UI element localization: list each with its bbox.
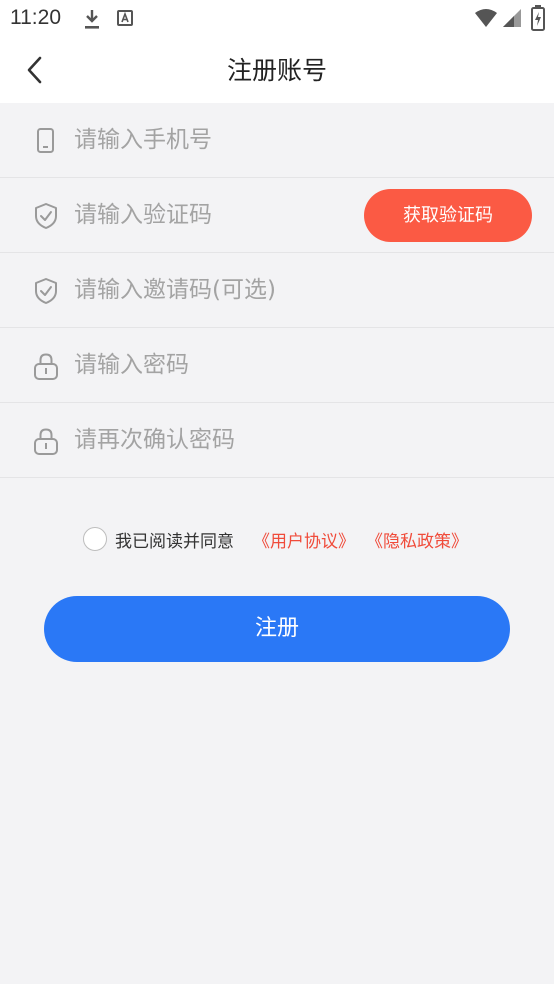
status-bar: 11:20 (0, 0, 554, 38)
lock-icon (34, 353, 58, 380)
shield-check-icon (35, 278, 57, 304)
wifi-icon (475, 9, 497, 27)
user-agreement-link[interactable]: 《用户协议》 (253, 527, 355, 552)
get-code-button[interactable]: 获取验证码 (364, 189, 532, 242)
register-button[interactable]: 注册 (44, 596, 510, 662)
agreement-text: 我已阅读并同意 (115, 532, 234, 552)
confirm-password-input[interactable] (74, 419, 354, 461)
code-row: 获取验证码 (0, 178, 554, 253)
phone-row (0, 103, 554, 178)
invite-row (0, 253, 554, 328)
battery-charging-icon (531, 5, 545, 31)
page-title: 注册账号 (226, 56, 327, 85)
lock-icon (34, 428, 58, 455)
phone-icon (37, 128, 54, 153)
password-input[interactable] (74, 344, 354, 386)
nav-bar: 注册账号 (0, 38, 554, 103)
password-row (0, 328, 554, 403)
confirm-password-row (0, 403, 554, 478)
code-input[interactable] (74, 194, 354, 236)
shield-check-icon (35, 203, 57, 229)
invite-input[interactable] (74, 269, 514, 311)
back-button[interactable] (20, 53, 50, 87)
a-box-icon (117, 10, 133, 26)
download-icon (85, 10, 99, 29)
phone-input[interactable] (74, 119, 354, 161)
agreement-checkbox[interactable] (83, 527, 107, 551)
status-time: 11:20 (10, 6, 61, 29)
signal-icon (503, 9, 521, 27)
privacy-policy-link[interactable]: 《隐私政策》 (366, 527, 468, 552)
